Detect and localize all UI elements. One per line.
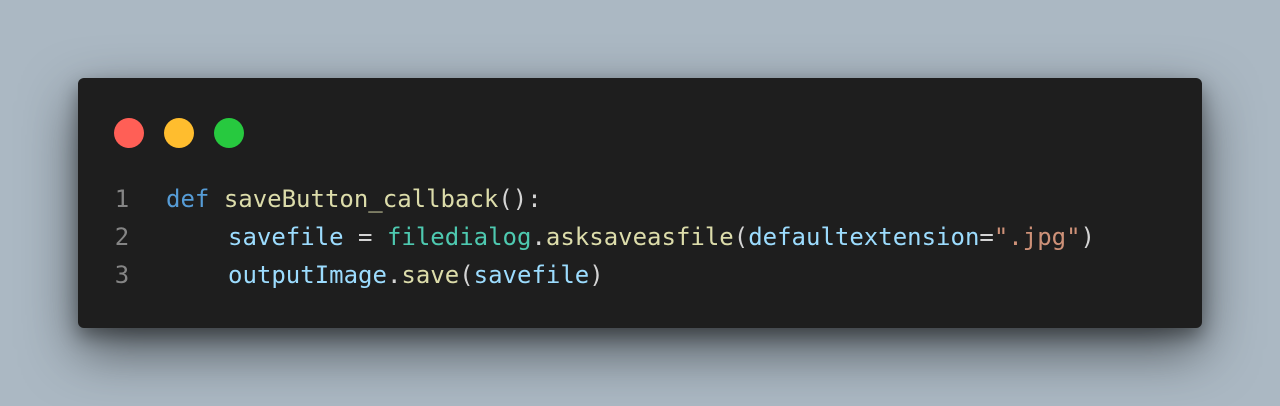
code-token-func: asksaveasfile [545,223,734,251]
code-token-func: save [401,261,460,289]
code-token-punct: (): [498,185,542,213]
line-source: def saveButton_callback(): [166,180,542,218]
code-token-punct: ) [589,261,604,289]
line-source: savefile = filedialog.asksaveasfile(defa… [166,218,1095,256]
code-token-func: saveButton_callback [223,185,499,213]
code-token-keyword: def [166,185,210,213]
code-token-punct [209,185,223,213]
code-line: 3 outputImage.save(savefile) [78,256,1202,294]
code-token-string: ".jpg" [993,223,1081,251]
code-token-punct: . [531,223,546,251]
code-line: 2 savefile = filedialog.asksaveasfile(def… [78,218,1202,256]
line-number: 1 [114,185,130,213]
maximize-dot-icon[interactable] [214,118,244,148]
code-token-op: = [343,223,387,251]
code-token-punct: ( [733,223,749,251]
code-token-var: savefile [228,223,344,251]
code-token-op: = [979,223,994,251]
line-number: 3 [114,261,130,289]
line-source: outputImage.save(savefile) [166,256,604,294]
code-token-module: filedialog [386,223,532,251]
code-block: 1 def saveButton_callback(): 2 savefile = f… [78,180,1202,294]
window-controls [114,118,244,148]
code-token-punct: . [386,261,402,289]
code-line: 1 def saveButton_callback(): [78,180,1202,218]
minimize-dot-icon[interactable] [164,118,194,148]
line-number: 2 [114,223,130,251]
code-token-punct: ( [459,261,474,289]
close-dot-icon[interactable] [114,118,144,148]
code-window: 1 def saveButton_callback(): 2 savefile = f… [78,78,1202,328]
code-token-var: outputImage [228,261,387,289]
code-token-punct: ) [1080,223,1095,251]
code-token-var: defaultextension [748,223,980,251]
code-token-var: savefile [473,261,590,289]
